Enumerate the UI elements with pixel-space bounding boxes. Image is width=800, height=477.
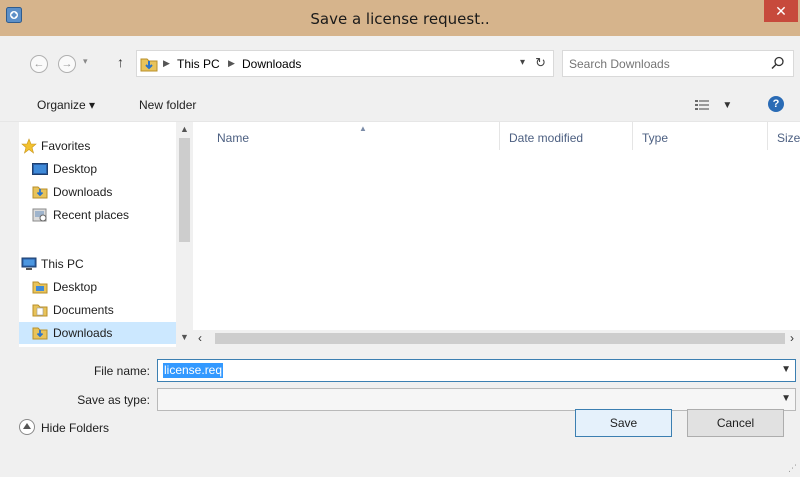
hide-folders-label: Hide Folders [41, 421, 110, 435]
breadcrumb-separator: ▶ [228, 58, 235, 68]
recent-locations-dropdown[interactable]: ▾ [83, 56, 88, 67]
star-icon [21, 138, 37, 154]
downloads-icon [32, 186, 48, 199]
breadcrumb-this-pc[interactable]: This PC [177, 57, 220, 71]
recent-places-icon [32, 208, 47, 222]
organize-button[interactable]: Organize ▾ [37, 98, 95, 112]
nav-scrollbar[interactable]: ▲ ▼ [176, 122, 193, 347]
column-divider[interactable] [767, 122, 768, 150]
file-name-field[interactable]: license.req ▼ [157, 359, 796, 382]
nav-label: Documents [53, 303, 114, 317]
desktop-icon [32, 163, 48, 175]
scroll-thumb[interactable] [215, 333, 785, 344]
nav-item-downloads-selected[interactable]: Downloads [19, 322, 176, 344]
chevron-down-icon: ▼ [722, 100, 733, 111]
breadcrumb-downloads[interactable]: Downloads [242, 57, 301, 71]
nav-item-desktop[interactable]: Desktop [19, 158, 176, 180]
nav-label: Desktop [53, 162, 98, 176]
nav-label: Recent places [53, 208, 130, 222]
chevron-down-icon[interactable]: ▼ [781, 364, 791, 375]
title-bar: Save a license request.. ✕ [0, 0, 800, 36]
cancel-button[interactable]: Cancel [687, 409, 784, 437]
column-divider[interactable] [499, 122, 500, 150]
nav-label-this-pc: This PC [41, 257, 84, 271]
scroll-left-icon[interactable]: ‹ [198, 331, 202, 345]
main-area: Favorites Desktop Downloads Recent place… [19, 122, 800, 347]
file-name-label: File name: [93, 364, 150, 378]
file-list[interactable]: ▲ Name Date modified Type Size ‹ › [193, 122, 800, 347]
search-icon[interactable] [771, 56, 785, 70]
scroll-down-icon[interactable]: ▼ [180, 332, 189, 342]
column-header-date-modified[interactable]: Date modified [509, 131, 583, 145]
computer-icon [21, 257, 37, 270]
new-folder-button[interactable]: New folder [139, 98, 196, 112]
up-button[interactable]: ↑ [117, 54, 124, 70]
save-as-type-label: Save as type: [77, 393, 150, 407]
change-view-button[interactable]: ▼ [695, 97, 732, 111]
column-header-type[interactable]: Type [642, 131, 668, 145]
navigation-pane[interactable]: Favorites Desktop Downloads Recent place… [19, 122, 176, 347]
column-header-size[interactable]: Size [777, 131, 800, 145]
nav-label: Desktop [53, 280, 98, 294]
downloads-icon [32, 327, 48, 340]
resize-grip-icon[interactable]: ⋰ [788, 463, 797, 474]
desktop-folder-icon [32, 281, 48, 294]
nav-item-desktop[interactable]: Desktop [19, 276, 176, 298]
breadcrumb-separator: ▶ [163, 58, 170, 68]
downloads-folder-icon [140, 58, 158, 72]
nav-label-favorites: Favorites [41, 139, 91, 153]
nav-favorites[interactable]: Favorites [19, 135, 176, 157]
file-name-value[interactable]: license.req [163, 363, 224, 378]
chevron-down-icon[interactable]: ▼ [781, 393, 791, 404]
back-button[interactable]: ← [30, 55, 48, 73]
scroll-thumb[interactable] [179, 138, 190, 242]
save-button[interactable]: Save [575, 409, 672, 437]
scroll-up-icon[interactable]: ▲ [180, 124, 189, 134]
documents-icon [32, 304, 48, 317]
nav-label: Downloads [53, 185, 113, 199]
nav-item-recent-places[interactable]: Recent places [19, 204, 176, 226]
help-button[interactable]: ? [768, 96, 784, 112]
nav-item-downloads[interactable]: Downloads [19, 181, 176, 203]
command-bar: Organize ▾ New folder ▼ ? [0, 88, 800, 122]
column-header-name[interactable]: Name [217, 131, 249, 145]
window-title: Save a license request.. [310, 10, 490, 28]
save-as-type-select[interactable]: ▼ [157, 388, 796, 411]
view-details-icon [695, 99, 709, 110]
nav-item-documents[interactable]: Documents [19, 299, 176, 321]
sort-ascending-icon: ▲ [359, 124, 367, 133]
nav-this-pc[interactable]: This PC [19, 253, 176, 275]
close-button[interactable]: ✕ [764, 0, 798, 22]
refresh-icon[interactable]: ↻ [535, 55, 546, 71]
search-input[interactable] [569, 55, 759, 73]
scroll-right-icon[interactable]: › [790, 331, 794, 345]
collapse-icon [19, 419, 35, 435]
forward-button[interactable]: → [58, 55, 76, 73]
search-box[interactable] [562, 50, 794, 77]
address-row: ← → ▾ ↑ ▶ This PC ▶ Downloads ▾ ↻ [0, 47, 800, 82]
horizontal-scrollbar[interactable]: ‹ › [193, 330, 800, 347]
column-divider[interactable] [632, 122, 633, 150]
address-dropdown-icon[interactable]: ▾ [520, 57, 525, 68]
address-bar[interactable]: ▶ This PC ▶ Downloads ▾ ↻ [136, 50, 554, 77]
nav-label: Downloads [53, 326, 113, 340]
